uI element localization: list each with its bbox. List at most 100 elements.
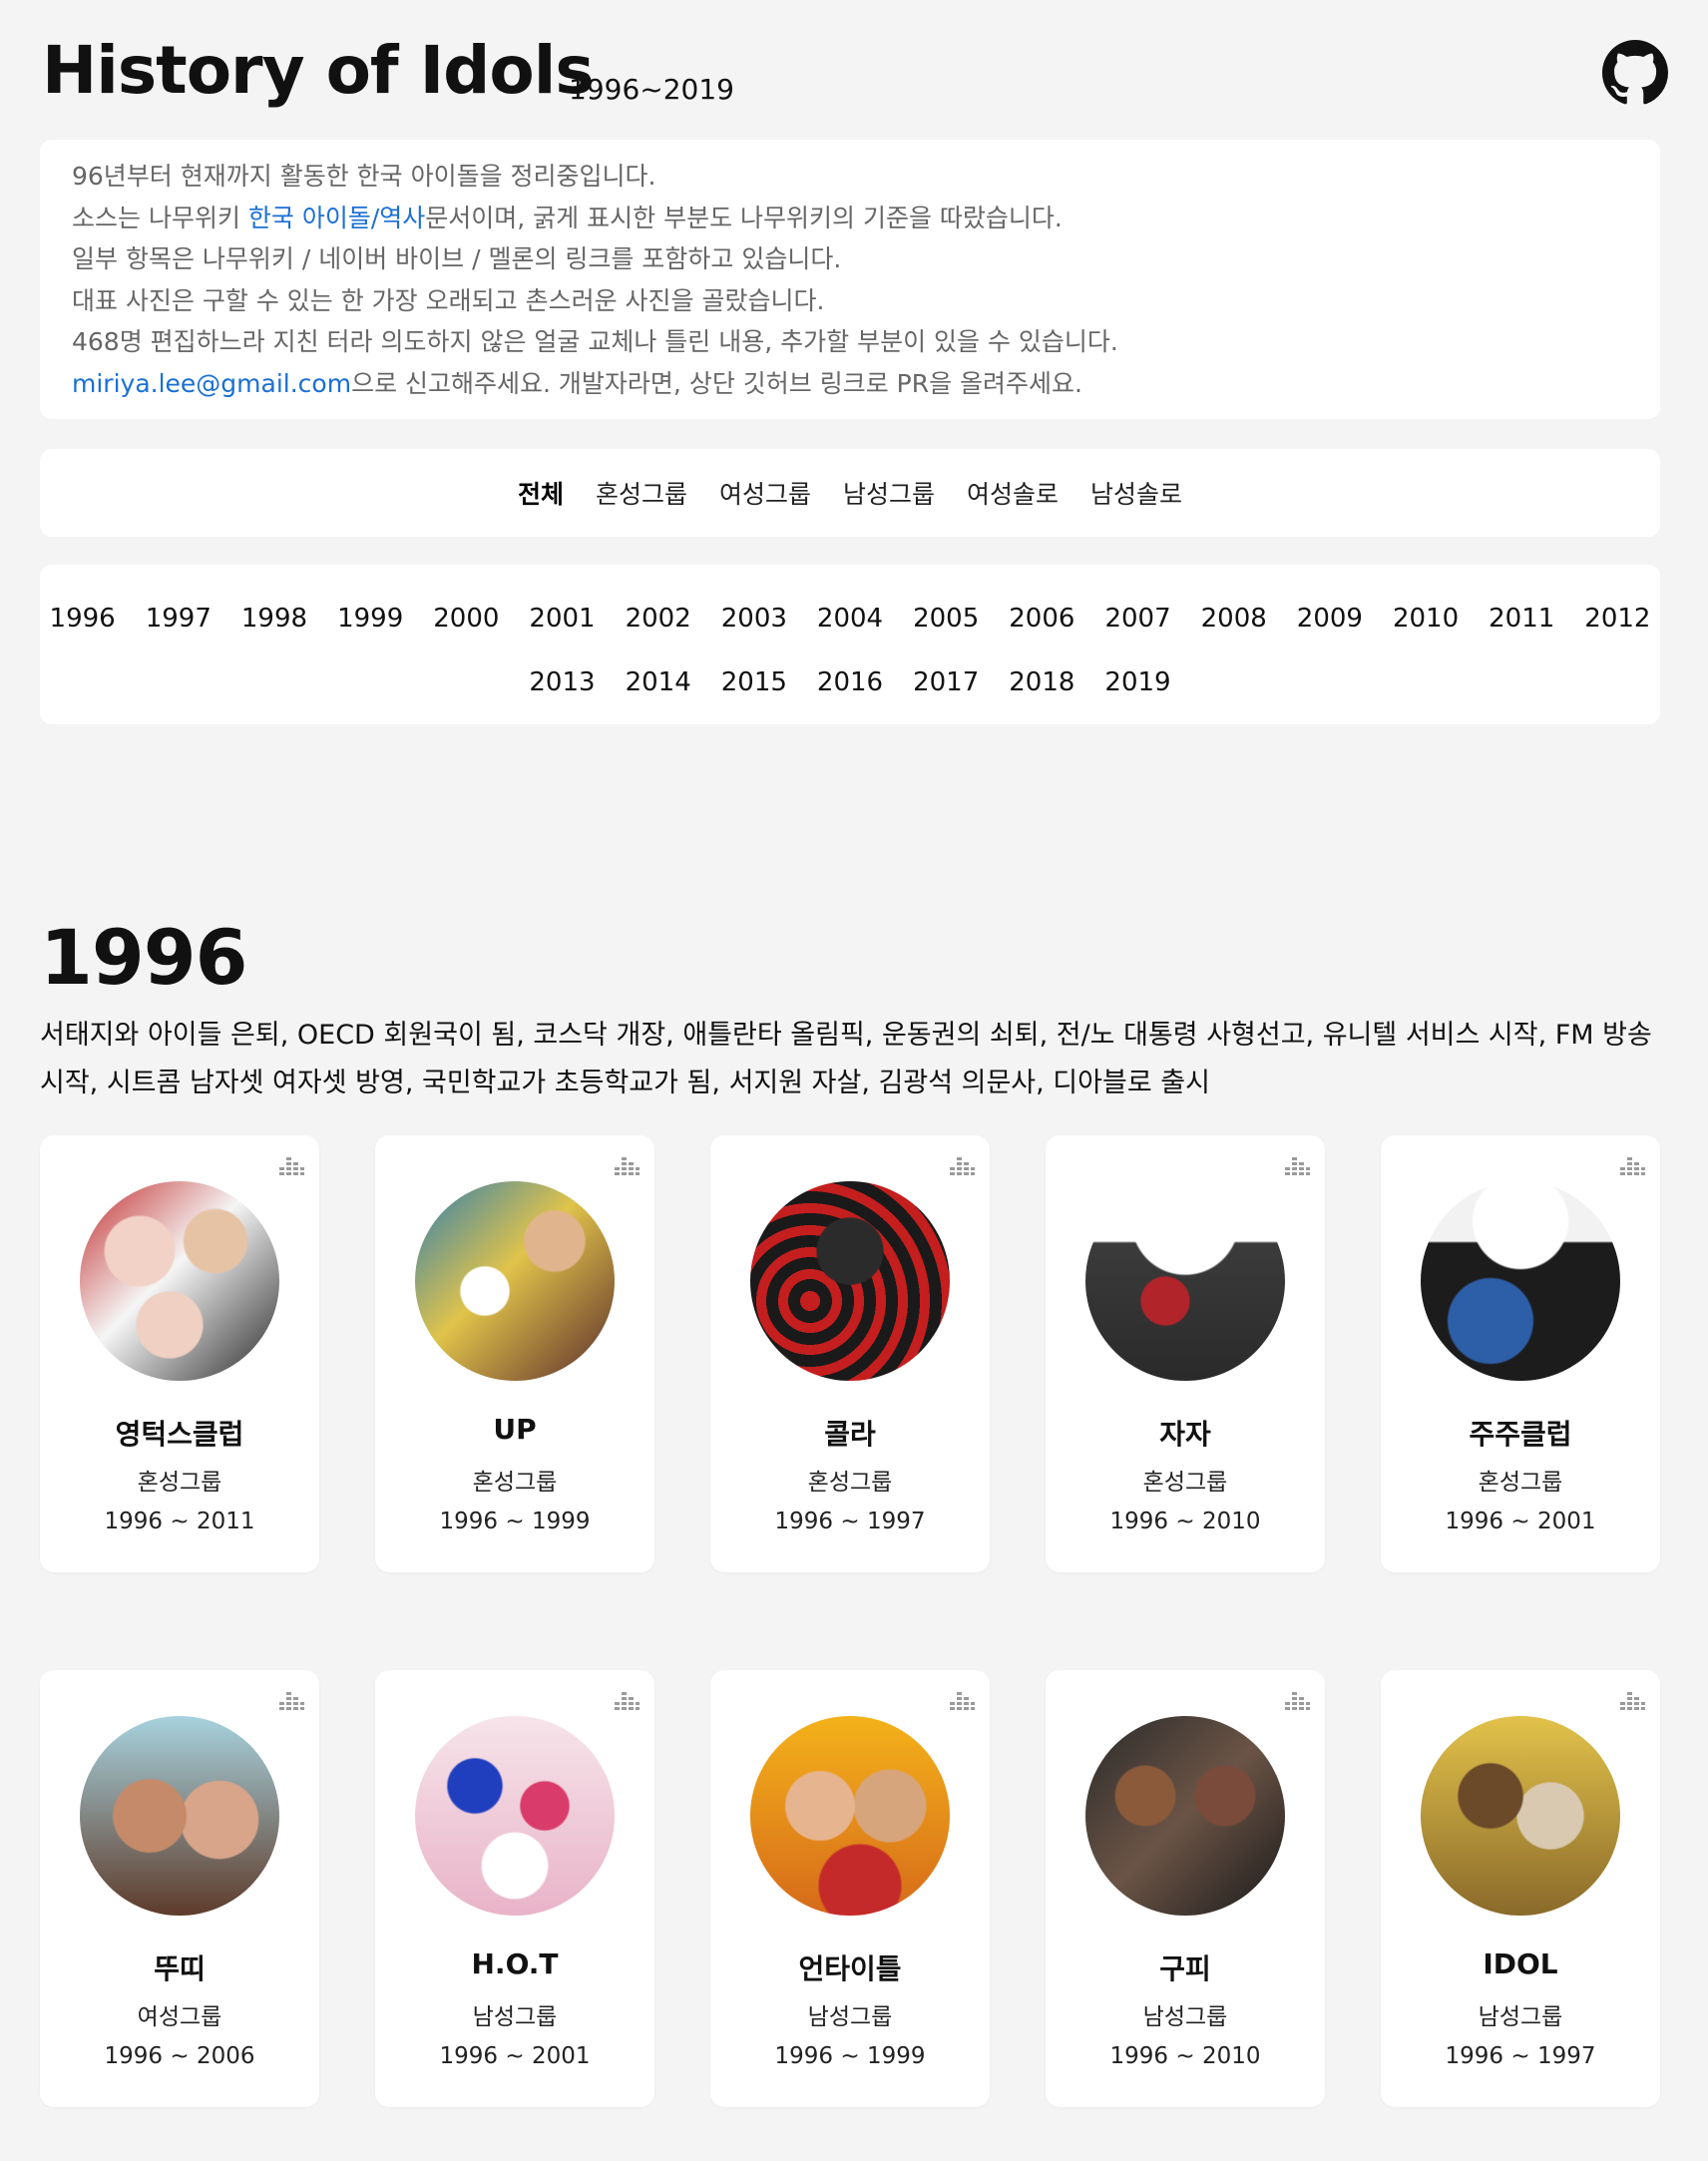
year-link[interactable]: 2016	[817, 667, 883, 697]
chart-icon[interactable]	[277, 1149, 305, 1177]
chart-icon[interactable]	[1618, 1684, 1646, 1712]
idol-name: 주주클럽	[1469, 1418, 1572, 1451]
idol-name: 구피	[1159, 1952, 1211, 1985]
year-link[interactable]: 2002	[626, 604, 691, 634]
idol-type: 남성그룹	[1142, 2004, 1228, 2030]
filter-female-solo[interactable]: 여성솔로	[967, 475, 1059, 511]
idol-card[interactable]: 뚜띠여성그룹 1996 ~ 2006	[40, 1670, 319, 2107]
idol-card[interactable]: 영턱스클럽 혼성그룹 1996 ~ 2011	[40, 1135, 319, 1572]
year-link[interactable]: 2013	[529, 667, 595, 697]
year-link[interactable]: 2007	[1104, 604, 1170, 634]
year-link[interactable]: 2001	[529, 604, 595, 634]
year-link[interactable]: 2008	[1201, 604, 1267, 634]
year-link[interactable]: 2011	[1489, 604, 1554, 634]
year-link[interactable]: 2004	[817, 604, 883, 634]
idol-period: 1996 ~ 1997	[774, 1509, 926, 1534]
idol-period: 1996 ~ 2010	[1109, 1509, 1261, 1534]
idol-name: UP	[493, 1413, 537, 1446]
idol-card[interactable]: IDOL 남성그룹 1996 ~ 1997	[1381, 1670, 1660, 2107]
idol-type: 혼성그룹	[807, 1470, 893, 1496]
year-link[interactable]: 2018	[1009, 667, 1074, 697]
idol-photo	[750, 1181, 950, 1381]
year-link[interactable]: 2015	[721, 667, 787, 697]
intro-line: 소스는 나무위키 한국 아이돌/역사문서이며, 굵게 표시한 부분도 나무위키의…	[72, 198, 1628, 239]
idol-type: 혼성그룹	[137, 1470, 222, 1496]
idol-period: 1996 ~ 2010	[1109, 2043, 1261, 2069]
idol-card[interactable]: 구피남성그룹 1996 ~ 2010	[1046, 1670, 1325, 2107]
filter-male-group[interactable]: 남성그룹	[843, 475, 935, 511]
chart-icon[interactable]	[613, 1149, 640, 1177]
year-link[interactable]: 1999	[337, 604, 403, 634]
year-link[interactable]: 2003	[721, 604, 787, 634]
namuwiki-link[interactable]: 한국 아이돌/역사	[248, 204, 425, 232]
year-link[interactable]: 2009	[1297, 604, 1363, 634]
chart-icon[interactable]	[948, 1684, 976, 1712]
intro-line: 96년부터 현재까지 활동한 한국 아이돌을 정리중입니다.	[72, 162, 656, 191]
year-link[interactable]: 1998	[241, 604, 307, 634]
idol-name: H.O.T	[471, 1947, 559, 1980]
chart-icon[interactable]	[1283, 1684, 1311, 1712]
year-link[interactable]: 2000	[433, 604, 499, 634]
idol-photo	[80, 1181, 279, 1381]
idol-name: 언타이틀	[798, 1952, 902, 1985]
section-year-description: 서태지와 아이들 은퇴, OECD 회원국이 됨, 코스닥 개장, 애틀란타 올…	[40, 1020, 1652, 1098]
page: History of Idols 1996~2019 96년부터 현재까지 활동…	[0, 0, 1708, 2161]
chart-icon[interactable]	[1618, 1149, 1646, 1177]
chart-icon[interactable]	[277, 1684, 305, 1712]
year-link[interactable]: 2019	[1104, 667, 1170, 697]
email-link[interactable]: miriya.lee@gmail.com	[72, 369, 351, 398]
year-nav: 1996 1997 1998 1999 2000 2001 2002 2003 2004 2005…	[40, 565, 1660, 724]
year-link[interactable]: 2005	[913, 604, 979, 634]
intro-line: 468명 편집하느라 지친 터라 의도하지 않은 얼굴 교체나 틀린 내용, 추…	[72, 327, 1118, 356]
year-link[interactable]: 2012	[1584, 604, 1650, 634]
section-year-heading: 1996	[40, 913, 248, 1002]
year-link[interactable]: 1996	[50, 604, 116, 634]
idol-type: 남성그룹	[472, 2004, 558, 2030]
idol-card[interactable]: H.O.T 남성그룹 1996 ~ 2001	[375, 1670, 654, 2107]
year-link[interactable]: 2017	[913, 667, 979, 697]
intro-text: 문서이며, 굵게 표시한 부분도 나무위키의 기준을 따랐습니다.	[425, 203, 1063, 232]
category-filter-bar: 전체 혼성그룹 여성그룹 남성그룹 여성솔로 남성솔로	[40, 449, 1660, 537]
idol-photo	[80, 1716, 279, 1916]
filter-mixed-group[interactable]: 혼성그룹	[596, 475, 687, 511]
idol-period: 1996 ~ 1999	[439, 1509, 591, 1534]
intro-line: 일부 항목은 나무위키 / 네이버 바이브 / 멜론의 링크를 포함하고 있습니…	[72, 244, 842, 273]
year-link[interactable]: 2006	[1009, 604, 1074, 634]
idol-card[interactable]: 콜라혼성그룹 1996 ~ 1997	[710, 1135, 990, 1572]
idol-card[interactable]: 언타이틀남성그룹 1996 ~ 1999	[710, 1670, 990, 2107]
idol-photo	[1085, 1181, 1285, 1381]
chart-icon[interactable]	[1283, 1149, 1311, 1177]
idol-card[interactable]: 주주클럽혼성그룹 1996 ~ 2001	[1381, 1135, 1660, 1572]
idol-photo	[1421, 1181, 1620, 1381]
idol-period: 1996 ~ 2001	[1445, 1509, 1596, 1534]
idol-name: 콜라	[824, 1418, 876, 1451]
idol-name: 뚜띠	[154, 1952, 206, 1985]
filter-all[interactable]: 전체	[518, 475, 564, 511]
idol-name: IDOL	[1483, 1947, 1558, 1980]
idol-photo	[415, 1716, 615, 1916]
page-subtitle: 1996~2019	[569, 73, 734, 106]
chart-icon[interactable]	[948, 1149, 976, 1177]
idol-card[interactable]: UP 혼성그룹 1996 ~ 1999	[375, 1135, 654, 1572]
idol-type: 여성그룹	[137, 2004, 222, 2030]
idol-type: 혼성그룹	[1142, 1470, 1228, 1496]
header: History of Idols 1996~2019	[40, 32, 1668, 122]
idol-type: 남성그룹	[807, 2004, 893, 2030]
intro-box: 96년부터 현재까지 활동한 한국 아이돌을 정리중입니다. 소스는 나무위키 …	[40, 140, 1660, 419]
idol-period: 1996 ~ 2006	[104, 2043, 255, 2069]
idol-photo	[750, 1716, 950, 1916]
idol-period: 1996 ~ 2001	[439, 2043, 591, 2069]
year-link[interactable]: 1997	[146, 604, 212, 634]
filter-male-solo[interactable]: 남성솔로	[1090, 475, 1182, 511]
idol-card[interactable]: 자자 혼성그룹 1996 ~ 2010	[1046, 1135, 1325, 1572]
intro-text: 으로 신고해주세요. 개발자라면, 상단 깃허브 링크로 PR을 올려주세요.	[351, 368, 1082, 398]
idol-type: 혼성그룹	[1478, 1470, 1563, 1496]
idol-period: 1996 ~ 1999	[774, 2043, 926, 2069]
chart-icon[interactable]	[613, 1684, 640, 1712]
year-link[interactable]: 2010	[1393, 604, 1459, 634]
idol-photo	[1085, 1716, 1285, 1916]
year-link[interactable]: 2014	[626, 667, 691, 697]
idol-period: 1996 ~ 1997	[1445, 2043, 1596, 2069]
github-icon[interactable]	[1602, 40, 1668, 106]
filter-female-group[interactable]: 여성그룹	[719, 475, 811, 511]
